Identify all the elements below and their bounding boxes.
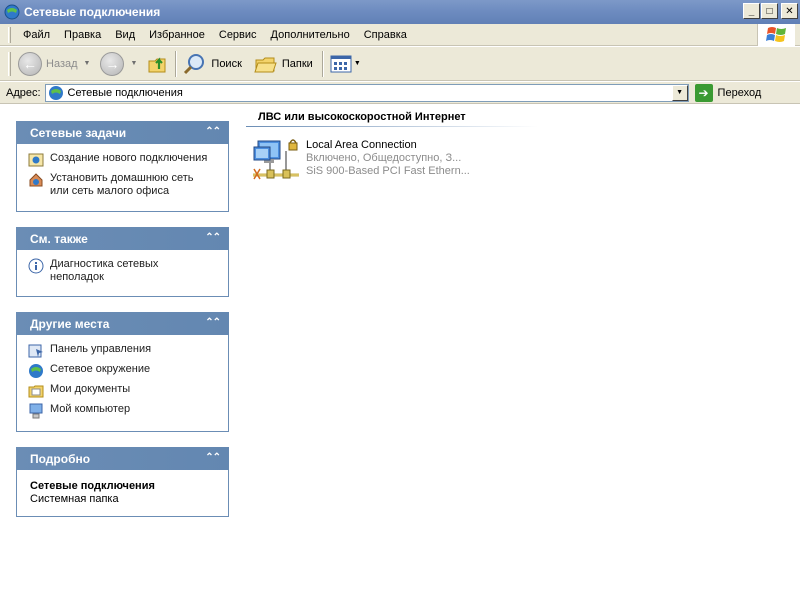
menu-favorites[interactable]: Избранное xyxy=(142,25,212,45)
group-divider xyxy=(246,126,538,127)
place-my-documents[interactable]: Мои документы xyxy=(28,383,220,399)
new-connection-icon xyxy=(28,153,44,167)
control-panel-icon xyxy=(28,344,43,358)
menu-tools[interactable]: Сервис xyxy=(212,25,264,45)
back-label: Назад xyxy=(46,57,78,70)
connection-name: Local Area Connection xyxy=(306,139,417,151)
go-arrow-icon: ➔ xyxy=(694,83,713,102)
views-button[interactable]: ▼ xyxy=(327,50,368,78)
toolbar-grip[interactable] xyxy=(8,51,11,76)
network-places-icon xyxy=(29,364,43,378)
task-label: Установить домашнюю сеть или сеть малого… xyxy=(50,172,194,197)
task-label: Создание нового подключения xyxy=(50,152,208,164)
home-network-icon xyxy=(29,173,43,187)
window-title: Сетевые подключения xyxy=(24,5,161,19)
collapse-icon[interactable]: ⌃⌃ xyxy=(205,232,221,243)
address-label: Адрес: xyxy=(6,86,41,99)
folders-icon xyxy=(254,57,277,72)
my-computer-icon xyxy=(29,403,43,419)
collapse-icon[interactable]: ⌃⌃ xyxy=(205,126,221,137)
folder-up-icon xyxy=(148,56,166,72)
task-home-network[interactable]: Установить домашнюю сеть или сеть малого… xyxy=(28,172,220,198)
menu-advanced[interactable]: Дополнительно xyxy=(264,25,357,45)
panel-title: Сетевые задачи xyxy=(30,125,127,140)
details-name: Сетевые подключения xyxy=(30,480,155,492)
connection-status: Включено, Общедоступно, З... xyxy=(306,152,462,164)
network-tasks-header[interactable]: Сетевые задачи ⌃⌃ xyxy=(16,121,229,144)
content-area: ЛВС или высокоскоростной Интернет Local … xyxy=(240,105,800,600)
forward-button[interactable]: → ▼ xyxy=(97,50,144,78)
toolbar-separator xyxy=(321,50,324,77)
see-also-panel: См. также ⌃⌃ Диагностика сетевых неполад… xyxy=(16,227,229,297)
title-bar[interactable]: Сетевые подключения _ □ ✕ xyxy=(0,0,800,24)
address-input[interactable]: Сетевые подключения ▼ xyxy=(44,83,689,102)
back-dropdown-icon[interactable]: ▼ xyxy=(84,60,91,67)
network-connections-icon xyxy=(48,85,63,100)
menu-grip[interactable] xyxy=(8,26,11,43)
task-network-diagnostics[interactable]: Диагностика сетевых неполадок xyxy=(28,258,220,284)
toolbar-separator xyxy=(175,50,178,77)
connection-item[interactable]: Local Area Connection Включено, Общедост… xyxy=(250,135,470,185)
up-button[interactable] xyxy=(144,50,172,78)
info-icon xyxy=(28,258,44,274)
network-connections-icon xyxy=(4,4,20,20)
my-documents-icon xyxy=(28,385,44,398)
folders-button[interactable]: Папки xyxy=(251,50,316,78)
minimize-button[interactable]: _ xyxy=(743,3,760,19)
connection-adapter: SiS 900-Based PCI Fast Ethern... xyxy=(306,165,470,177)
task-new-connection[interactable]: Создание нового подключения xyxy=(28,152,220,168)
group-header: ЛВС или высокоскоростной Интернет xyxy=(258,111,466,123)
collapse-icon[interactable]: ⌃⌃ xyxy=(205,452,221,463)
menu-file[interactable]: Файл xyxy=(16,25,57,45)
network-tasks-panel: Сетевые задачи ⌃⌃ Создание нового подклю… xyxy=(16,121,229,212)
forward-arrow-icon: → xyxy=(100,51,125,76)
task-label: Мой компьютер xyxy=(50,403,131,415)
task-pane: Сетевые задачи ⌃⌃ Создание нового подклю… xyxy=(0,105,240,600)
search-label: Поиск xyxy=(211,57,242,70)
maximize-button[interactable]: □ xyxy=(761,3,778,19)
address-dropdown-icon[interactable]: ▼ xyxy=(671,84,688,101)
task-label: Сетевое окружение xyxy=(50,363,151,375)
windows-logo-icon xyxy=(757,24,795,46)
lan-connection-icon xyxy=(250,135,302,185)
details-panel: Подробно ⌃⌃ Сетевые подключения Системна… xyxy=(16,447,229,517)
menu-help[interactable]: Справка xyxy=(357,25,414,45)
search-button[interactable]: Поиск xyxy=(180,50,244,78)
see-also-header[interactable]: См. также ⌃⌃ xyxy=(16,227,229,250)
other-places-header[interactable]: Другие места ⌃⌃ xyxy=(16,312,229,335)
place-my-computer[interactable]: Мой компьютер xyxy=(28,403,220,419)
panel-title: См. также xyxy=(30,231,88,246)
other-places-panel: Другие места ⌃⌃ Панель управления Сетево… xyxy=(16,312,229,432)
forward-dropdown-icon[interactable]: ▼ xyxy=(130,60,137,67)
address-bar: Адрес: Сетевые подключения ▼ ➔ Переход xyxy=(0,82,800,104)
views-icon xyxy=(330,55,352,72)
folders-label: Папки xyxy=(281,57,313,70)
close-button[interactable]: ✕ xyxy=(781,3,798,19)
details-header[interactable]: Подробно ⌃⌃ xyxy=(16,447,229,470)
collapse-icon[interactable]: ⌃⌃ xyxy=(205,317,221,328)
back-button[interactable]: ← Назад ▼ xyxy=(15,50,97,78)
address-value: Сетевые подключения xyxy=(67,86,183,99)
place-control-panel[interactable]: Панель управления xyxy=(28,343,220,359)
views-dropdown-icon[interactable]: ▼ xyxy=(354,60,361,67)
place-network-places[interactable]: Сетевое окружение xyxy=(28,363,220,379)
task-label: Диагностика сетевых неполадок xyxy=(50,258,159,283)
menu-view[interactable]: Вид xyxy=(108,25,142,45)
go-button[interactable]: ➔ Переход xyxy=(694,83,762,102)
toolbar: ← Назад ▼ → ▼ Поиск Папки ▼ xyxy=(0,47,800,81)
details-type: Системная папка xyxy=(30,493,119,505)
menu-edit[interactable]: Правка xyxy=(57,25,108,45)
panel-title: Подробно xyxy=(30,451,91,466)
panel-title: Другие места xyxy=(30,316,110,331)
task-label: Мои документы xyxy=(50,383,131,395)
task-label: Панель управления xyxy=(50,343,152,355)
search-icon xyxy=(184,53,205,74)
go-label: Переход xyxy=(717,86,762,99)
back-arrow-icon: ← xyxy=(18,51,42,76)
menu-bar: Файл Правка Вид Избранное Сервис Дополни… xyxy=(0,24,800,46)
